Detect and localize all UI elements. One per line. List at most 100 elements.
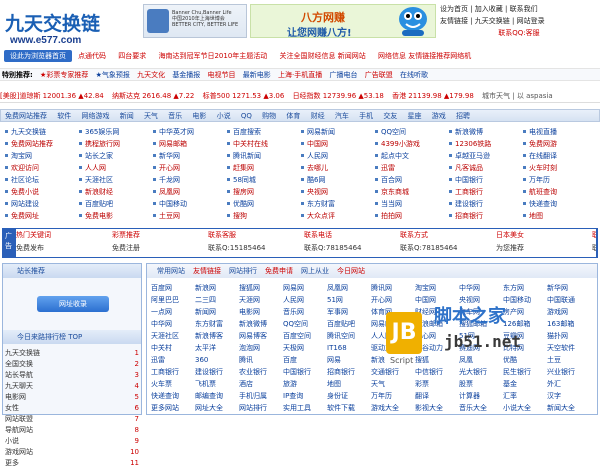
site-link[interactable]: 免费网站推荐 [4, 138, 79, 150]
site-link[interactable]: 免费网游 [522, 138, 597, 150]
site-link[interactable]: 免费网址 [4, 210, 79, 222]
ad-link[interactable]: 联系方式 [400, 229, 496, 242]
directory-link[interactable]: 新华网 [547, 282, 591, 294]
ad-link[interactable]: 联系客服 [208, 229, 304, 242]
directory-link[interactable]: 新浪网 [195, 282, 239, 294]
directory-link[interactable]: 地图 [327, 378, 371, 390]
site-link[interactable]: 人民网 [300, 150, 375, 162]
directory-link[interactable]: 网站排行 [239, 402, 283, 414]
site-link[interactable]: 优酷网 [226, 198, 301, 210]
top-link[interactable]: 四台要求 [118, 52, 146, 60]
directory-link[interactable]: 小说大全 [503, 402, 547, 414]
nav-item[interactable]: ★气象预报 [96, 71, 130, 79]
stock-item[interactable]: 日经指数 12739.96 ▲53.18 [293, 92, 384, 100]
directory-link[interactable]: 新浪微博 [239, 318, 283, 330]
directory-link[interactable]: 网易博客 [239, 330, 283, 342]
directory-link[interactable]: 音乐网 [283, 306, 327, 318]
site-link[interactable]: 工商银行 [448, 186, 523, 198]
directory-link[interactable]: 音乐大全 [459, 402, 503, 414]
directory-link[interactable]: 东方网 [503, 282, 547, 294]
directory-link[interactable]: 腾讯空间 [327, 330, 371, 342]
directory-link[interactable]: 淘宝网 [415, 282, 459, 294]
site-link[interactable]: 中国网 [300, 138, 375, 150]
site-link[interactable]: 迅雷 [374, 162, 449, 174]
nav-item[interactable]: 九天文化 [137, 71, 165, 79]
panel-tab[interactable]: 常用网站 [157, 267, 185, 275]
site-link[interactable]: 4399小游戏 [374, 138, 449, 150]
fav-line[interactable]: 友情链接 | 九天交换链 | 网站登录 [440, 16, 598, 28]
site-link[interactable]: 免费电影 [78, 210, 153, 222]
site-link[interactable]: 搜房网 [226, 186, 301, 198]
ad-link[interactable]: 联系Q:78185464 [592, 242, 596, 255]
tab[interactable]: 交友 [383, 112, 397, 120]
ad-link[interactable]: 联系电话 [304, 229, 400, 242]
site-link[interactable]: 中国移动 [152, 198, 227, 210]
directory-link[interactable]: 网易网 [283, 282, 327, 294]
directory-link[interactable]: 腾讯 [239, 354, 283, 366]
site-link[interactable]: 网站建设 [4, 198, 79, 210]
site-link[interactable]: 新华网 [152, 150, 227, 162]
site-link[interactable]: 地图 [522, 210, 597, 222]
rank-item[interactable]: 9 小说 [5, 436, 139, 447]
ad-link[interactable]: 为您推荐 [496, 242, 592, 255]
site-link[interactable]: 百合网 [374, 174, 449, 186]
site-link[interactable]: 365娱乐网 [78, 126, 153, 138]
site-link[interactable]: 站长之家 [78, 150, 153, 162]
tab[interactable]: 星座 [408, 112, 422, 120]
nav-item[interactable]: 基金播报 [172, 71, 200, 79]
site-link[interactable]: 快递查询 [522, 198, 597, 210]
stock-item[interactable]: [美股]道琼斯 12001.36 ▲42.84 [0, 92, 104, 100]
top-link[interactable]: 点通代码 [78, 52, 106, 60]
tab[interactable]: 新闻 [120, 112, 134, 120]
nav-item[interactable]: ★彩票专家推荐 [40, 71, 88, 79]
site-link[interactable]: 淘宝网 [4, 150, 79, 162]
directory-link[interactable]: 百度网 [151, 282, 195, 294]
nav-item[interactable]: 上海·手机直播 [278, 71, 322, 79]
panel-tab[interactable]: 今日网站 [337, 267, 365, 275]
site-link[interactable]: 搜狗 [226, 210, 301, 222]
directory-link[interactable]: 飞机票 [195, 378, 239, 390]
site-link[interactable]: 电视直播 [522, 126, 597, 138]
site-link[interactable]: 酷6网 [300, 174, 375, 186]
ad-link[interactable]: 热门关键词 [16, 229, 112, 242]
site-link[interactable]: 社区论坛 [4, 174, 79, 186]
site-link[interactable]: 携程旅行网 [78, 138, 153, 150]
tab[interactable]: 天气 [144, 112, 158, 120]
directory-link[interactable]: 招商银行 [327, 366, 371, 378]
site-link[interactable]: 中华英才网 [152, 126, 227, 138]
directory-link[interactable]: 新闻大全 [547, 402, 591, 414]
site-link[interactable]: 网易邮箱 [152, 138, 227, 150]
top-link[interactable]: 海南达到冠军节日2010年主题活动 [158, 52, 267, 60]
tab[interactable]: 网络游戏 [81, 112, 109, 120]
directory-link[interactable]: 更多网站 [151, 402, 195, 414]
directory-link[interactable]: 网易 [327, 354, 371, 366]
site-link[interactable]: 免费小说 [4, 186, 79, 198]
directory-link[interactable]: 一点网 [151, 306, 195, 318]
directory-link[interactable]: 酒店 [239, 378, 283, 390]
ad-link[interactable]: 彩票推荐 [112, 229, 208, 242]
rank-item[interactable]: 2 全国交换 [5, 359, 139, 370]
directory-link[interactable]: 凤凰网 [327, 282, 371, 294]
rank-item[interactable]: 7 网站联盟 [5, 414, 139, 425]
directory-link[interactable]: 软件下载 [327, 402, 371, 414]
site-link[interactable]: 在线翻译 [522, 150, 597, 162]
rank-item[interactable]: 6 女性 [5, 403, 139, 414]
directory-link[interactable]: 电影网 [239, 306, 283, 318]
tab[interactable]: 音乐 [168, 112, 182, 120]
directory-link[interactable]: 身份证 [327, 390, 371, 402]
site-link[interactable]: 天涯社区 [78, 174, 153, 186]
panel-tab[interactable]: 网上从业 [301, 267, 329, 275]
directory-link[interactable]: 51网 [327, 294, 371, 306]
ad-link[interactable]: 联系Q:78185464 [400, 242, 496, 255]
site-link[interactable]: QQ空间 [374, 126, 449, 138]
directory-link[interactable]: 实用工具 [283, 402, 327, 414]
ad-link[interactable]: 联系Q:78185464 [304, 242, 400, 255]
site-link[interactable]: 千龙网 [152, 174, 227, 186]
directory-link[interactable]: 快递查询 [151, 390, 195, 402]
site-logo[interactable]: 九天交换链 www.e577.com [2, 4, 122, 46]
site-link[interactable]: 百度贴吧 [78, 198, 153, 210]
site-link[interactable]: 起点中文 [374, 150, 449, 162]
site-link[interactable]: 京东商城 [374, 186, 449, 198]
directory-link[interactable]: 中关村 [151, 342, 195, 354]
directory-link[interactable]: 中华网 [459, 282, 503, 294]
